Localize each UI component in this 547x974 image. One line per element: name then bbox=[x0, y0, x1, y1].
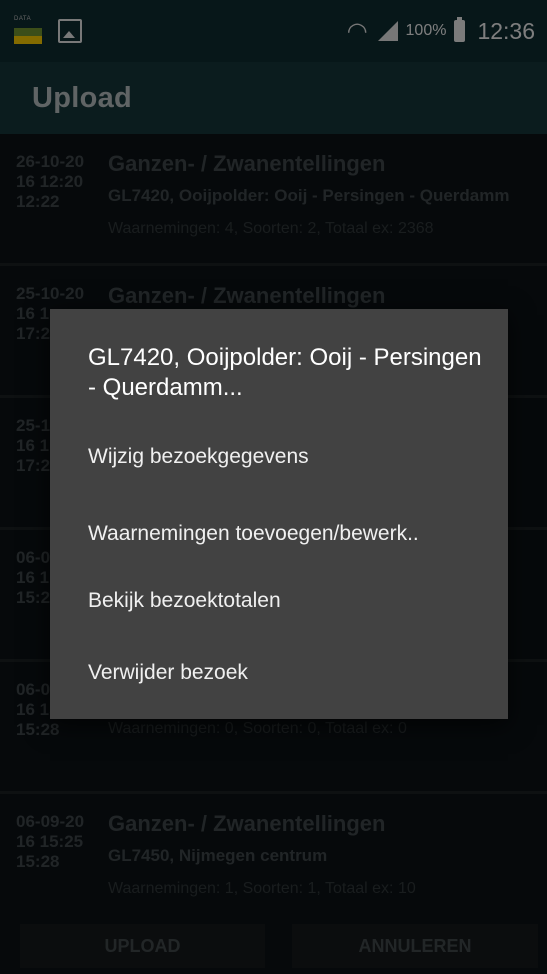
menu-item-edit-visit[interactable]: Wijzig bezoekgegevens bbox=[88, 439, 488, 475]
menu-item-delete-visit[interactable]: Verwijder bezoek bbox=[88, 655, 488, 691]
menu-item-edit-observations[interactable]: Waarnemingen toevoegen/bewerk.. bbox=[88, 516, 488, 552]
menu-item-view-totals[interactable]: Bekijk bezoektotalen bbox=[88, 583, 488, 619]
dialog-title: GL7420, Ooijpolder: Ooij - Persingen - Q… bbox=[88, 344, 482, 401]
visit-options-dialog: GL7420, Ooijpolder: Ooij - Persingen - Q… bbox=[50, 309, 508, 719]
